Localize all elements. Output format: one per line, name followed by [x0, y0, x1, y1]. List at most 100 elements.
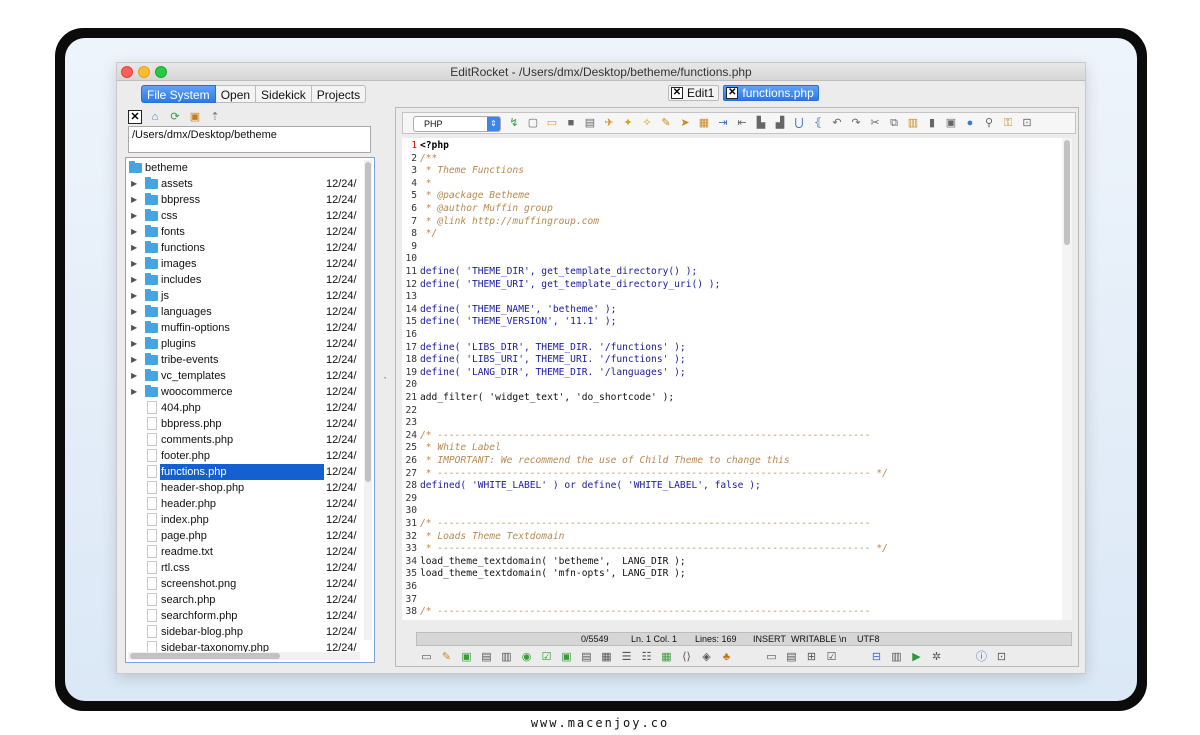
tree-folder-item[interactable]: ▶ vc_templates 12/24/	[126, 368, 364, 384]
tree-root[interactable]: betheme	[126, 160, 364, 176]
code-line[interactable]: 13	[402, 290, 1060, 303]
code-line[interactable]: 38/* -----------------------------------…	[402, 605, 1060, 618]
tab-edit1[interactable]: ✕ Edit1	[668, 85, 720, 101]
tree-folder-item[interactable]: ▶ languages 12/24/	[126, 304, 364, 320]
panel-splitter-handle[interactable]: ⬝	[384, 373, 386, 383]
run-icon[interactable]: ▶	[910, 650, 923, 664]
indent-icon[interactable]: ⇥	[716, 116, 730, 131]
pen-icon[interactable]: ✎	[659, 116, 673, 131]
tree-file-item[interactable]: footer.php 12/24/	[126, 448, 364, 464]
table-icon[interactable]: ▦	[600, 650, 613, 664]
help-icon[interactable]: ⊡	[995, 650, 1008, 664]
expand-arrow-icon[interactable]: ▶	[131, 368, 137, 384]
language-select[interactable]: PHP ⇕	[413, 116, 501, 132]
expand-arrow-icon[interactable]: ▶	[131, 224, 137, 240]
tab-sidekick[interactable]: Sidekick	[256, 85, 312, 103]
window-icon[interactable]: ▣	[944, 116, 958, 131]
checklist-icon[interactable]: ☑	[825, 650, 838, 664]
expand-arrow-icon[interactable]: ▶	[131, 176, 137, 192]
code-line[interactable]: 19 define( 'LANG_DIR', THEME_DIR. '/langu…	[402, 366, 1060, 379]
wrap-icon[interactable]: ↯	[507, 116, 521, 131]
status-eol[interactable]: \n	[839, 633, 847, 645]
tree-folder-item[interactable]: ▶ includes 12/24/	[126, 272, 364, 288]
redo-icon[interactable]: ↷	[849, 116, 863, 131]
view-icon[interactable]: ◈	[700, 650, 713, 664]
expand-arrow-icon[interactable]: ▶	[131, 336, 137, 352]
close-tab-icon[interactable]: ✕	[671, 87, 683, 99]
tree-folder-item[interactable]: ▶ css 12/24/	[126, 208, 364, 224]
hierarchy-icon[interactable]: ⊟	[870, 650, 883, 664]
status-mode[interactable]: INSERT	[753, 633, 786, 645]
code-line[interactable]: 17 define( 'LIBS_DIR', THEME_DIR. '/funct…	[402, 341, 1060, 354]
code-line[interactable]: 29	[402, 492, 1060, 505]
code-line[interactable]: 33 * -----------------------------------…	[402, 542, 1060, 555]
code-line[interactable]: 3 * Theme Functions	[402, 164, 1060, 177]
expand-arrow-icon[interactable]: ▶	[131, 272, 137, 288]
tree-file-item[interactable]: readme.txt 12/24/	[126, 544, 364, 560]
edit-icon[interactable]: ✎	[440, 650, 453, 664]
tree-structure-icon[interactable]: ⊞	[805, 650, 818, 664]
paste-icon[interactable]: ▥	[906, 116, 920, 131]
expand-arrow-icon[interactable]: ▶	[131, 240, 137, 256]
tree-vertical-scroll-thumb[interactable]	[365, 162, 371, 482]
tree-folder-item[interactable]: ▶ functions 12/24/	[126, 240, 364, 256]
code-line[interactable]: 7 * @link http://muffingroup.com	[402, 215, 1060, 228]
path-input[interactable]: /Users/dmx/Desktop/betheme	[128, 126, 371, 153]
tab-functions-php[interactable]: ✕ functions.php	[723, 85, 819, 101]
open-file-icon[interactable]: ▭	[545, 116, 559, 131]
save-as-icon[interactable]: ▤	[583, 116, 597, 131]
tree-file-item[interactable]: header.php 12/24/	[126, 496, 364, 512]
tree-vertical-scrollbar[interactable]	[364, 160, 372, 640]
code-line[interactable]: 20	[402, 378, 1060, 391]
code-line[interactable]: 26 * IMPORTANT: We recommend the use of …	[402, 454, 1060, 467]
home-folder-icon[interactable]: ⌂	[148, 110, 162, 124]
magic-wand-icon[interactable]: ✦	[621, 116, 635, 131]
ordered-list-icon[interactable]: ☷	[640, 650, 653, 664]
code-line[interactable]: 25 * White Label	[402, 441, 1060, 454]
status-writable[interactable]: WRITABLE	[791, 633, 836, 645]
code-line[interactable]: 8 */	[402, 227, 1060, 240]
rocket-icon[interactable]: ✈	[602, 116, 616, 131]
search-icon[interactable]: ⚲	[982, 116, 996, 131]
brace-icon[interactable]: ⦃	[811, 116, 825, 131]
tab-file-system[interactable]: File System	[141, 85, 216, 103]
code-tag-icon[interactable]: ⟨⟩	[680, 650, 693, 664]
code-line[interactable]: 4 *	[402, 177, 1060, 190]
find-replace-icon[interactable]: ⚿	[1001, 116, 1015, 131]
code-line[interactable]: 27 * -----------------------------------…	[402, 467, 1060, 480]
document-icon[interactable]: ▮	[925, 116, 939, 131]
form-icon[interactable]: ▭	[420, 650, 433, 664]
tree-folder-item[interactable]: ▶ plugins 12/24/	[126, 336, 364, 352]
code-line[interactable]: 22	[402, 404, 1060, 417]
tree-folder-item[interactable]: ▶ bbpress 12/24/	[126, 192, 364, 208]
up-folder-icon[interactable]: ⇡	[208, 110, 222, 124]
tree-file-item[interactable]: bbpress.php 12/24/	[126, 416, 364, 432]
code-line[interactable]: 16	[402, 328, 1060, 341]
tree-file-item[interactable]: functions.php 12/24/	[126, 464, 364, 480]
globe-icon[interactable]: ●	[963, 116, 977, 131]
tree-file-item[interactable]: rtl.css 12/24/	[126, 560, 364, 576]
tree-folder-item[interactable]: ▶ muffin-options 12/24/	[126, 320, 364, 336]
code-line[interactable]: 6 * @author Muffin group	[402, 202, 1060, 215]
debug-icon[interactable]: ✲	[930, 650, 943, 664]
ok-button-icon[interactable]: ▣	[560, 650, 573, 664]
copy-icon[interactable]: ⧉	[887, 116, 901, 131]
tree-file-item[interactable]: screenshot.png 12/24/	[126, 576, 364, 592]
comment-icon[interactable]: ▟	[773, 116, 787, 131]
bookmark-icon[interactable]: ▙	[754, 116, 768, 131]
wand-alt-icon[interactable]: ✧	[640, 116, 654, 131]
checkbox-icon[interactable]: ☑	[540, 650, 553, 664]
refresh-icon[interactable]: ⟳	[168, 110, 182, 124]
code-line[interactable]: 30	[402, 504, 1060, 517]
find-in-files-icon[interactable]: ⊡	[1020, 116, 1034, 131]
code-line[interactable]: 34 load_theme_textdomain( 'betheme', LANG…	[402, 555, 1060, 568]
tree-file-item[interactable]: search.php 12/24/	[126, 592, 364, 608]
expand-arrow-icon[interactable]: ▶	[131, 288, 137, 304]
tree-file-item[interactable]: sidebar-blog.php 12/24/	[126, 624, 364, 640]
expand-arrow-icon[interactable]: ▶	[131, 256, 137, 272]
tree-folder-item[interactable]: ▶ js 12/24/	[126, 288, 364, 304]
forward-icon[interactable]: ➤	[678, 116, 692, 131]
tree-file-item[interactable]: comments.php 12/24/	[126, 432, 364, 448]
bracket-icon[interactable]: ⋃	[792, 116, 806, 131]
code-line[interactable]: 31/* -----------------------------------…	[402, 517, 1060, 530]
